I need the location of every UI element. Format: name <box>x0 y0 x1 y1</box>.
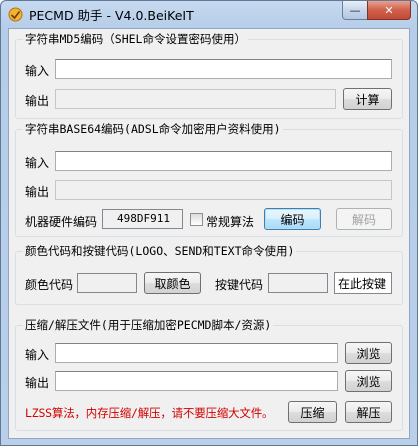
md5-group-label: 字符串MD5编码（SHEL命令设置密码使用） <box>23 31 248 47</box>
window-title: PECMD 助手 - V4.0.BeiKeIT <box>29 8 194 23</box>
md5-input-field[interactable] <box>55 59 392 79</box>
close-button[interactable]: ✕ <box>367 1 411 20</box>
encode-button[interactable]: 编码 <box>264 208 321 230</box>
compress-group-label: 压缩/解压文件(用于压缩加密PECMD脚本/资源) <box>23 317 274 333</box>
hw-code-box: 498DF911 <box>102 209 183 229</box>
minimize-button[interactable]: — <box>342 1 368 20</box>
keycode-group-label: 颜色代码和按键代码(LOGO、SEND和TEXT命令使用) <box>23 243 297 259</box>
compress-group: 压缩/解压文件(用于压缩加密PECMD脚本/资源) 输入 浏览 输出 浏览 LZ… <box>15 317 403 431</box>
compress-output-label: 输出 <box>25 376 50 390</box>
md5-input-label: 输入 <box>25 64 50 78</box>
app-window: PECMD 助手 - V4.0.BeiKeIT — ✕ 字符串MD5编码（SHE… <box>0 0 418 446</box>
base64-output-field[interactable] <box>55 180 392 200</box>
md5-output-field[interactable] <box>55 89 336 109</box>
minimize-icon: — <box>349 3 361 17</box>
hw-code-label: 机器硬件编码 <box>25 215 98 229</box>
md5-output-label: 输出 <box>25 94 50 108</box>
compress-input-label: 输入 <box>25 348 50 362</box>
browse-input-button[interactable]: 浏览 <box>345 342 392 364</box>
press-key-area[interactable]: 在此按键 <box>334 272 392 294</box>
close-icon: ✕ <box>384 3 394 17</box>
md5-group: 字符串MD5编码（SHEL命令设置密码使用） 输入 输出 计算 <box>15 31 403 119</box>
keycode-group: 颜色代码和按键代码(LOGO、SEND和TEXT命令使用) 颜色代码 取颜色 按… <box>15 243 403 305</box>
decode-button[interactable]: 解码 <box>336 208 392 230</box>
client-area: 字符串MD5编码（SHEL命令设置密码使用） 输入 输出 计算 字符串BASE6… <box>8 28 410 439</box>
calc-button[interactable]: 计算 <box>343 88 392 110</box>
pick-color-button[interactable]: 取颜色 <box>144 272 201 294</box>
compress-output-field[interactable] <box>55 371 338 391</box>
base64-group-label: 字符串BASE64编码(ADSL命令加密用户资料使用) <box>23 121 283 137</box>
app-icon <box>8 7 23 22</box>
key-code-label: 按键代码 <box>215 278 264 292</box>
color-code-box <box>77 273 137 293</box>
decompress-button[interactable]: 解压 <box>345 401 392 423</box>
hw-code-value: 498DF911 <box>117 212 170 225</box>
press-key-label: 在此按键 <box>338 277 387 291</box>
color-code-label: 颜色代码 <box>25 278 74 292</box>
compress-button[interactable]: 压缩 <box>288 401 337 423</box>
compress-input-field[interactable] <box>55 343 338 363</box>
browse-output-button[interactable]: 浏览 <box>345 370 392 392</box>
lzss-warning-text: LZSS算法，内存压缩/解压，请不要压缩大文件。 <box>25 406 274 420</box>
base64-input-label: 输入 <box>25 156 50 170</box>
normal-algo-checkbox[interactable] <box>190 213 203 226</box>
base64-output-label: 输出 <box>25 185 50 199</box>
base64-group: 字符串BASE64编码(ADSL命令加密用户资料使用) 输入 输出 机器硬件编码… <box>15 121 403 237</box>
title-bar[interactable]: PECMD 助手 - V4.0.BeiKeIT — ✕ <box>1 1 417 27</box>
key-code-box <box>268 273 328 293</box>
base64-input-field[interactable] <box>55 151 392 171</box>
normal-algo-label: 常规算法 <box>206 215 255 229</box>
